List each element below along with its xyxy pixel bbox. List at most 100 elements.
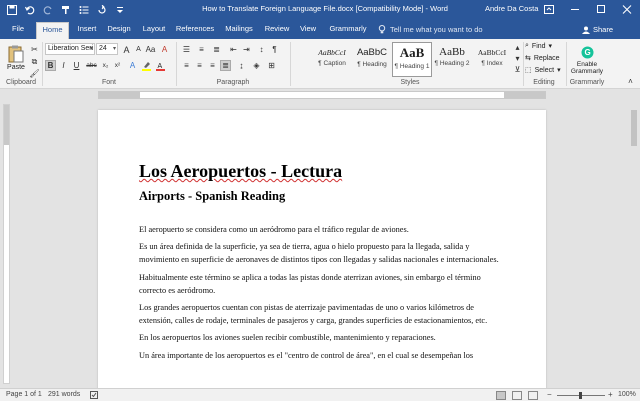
document-title[interactable]: Los Aeropuertos - Lectura [139, 161, 342, 182]
ribbon-tabs: File Home Insert Design Layout Reference… [0, 19, 640, 39]
grow-font-icon[interactable]: A [121, 44, 132, 55]
clear-formatting-icon[interactable]: A [159, 44, 170, 55]
zoom-level[interactable]: 100% [618, 391, 636, 398]
select-icon: ⬚ [525, 67, 532, 74]
strikethrough-icon[interactable]: abc [86, 60, 97, 71]
style-name: ¶ Caption [318, 60, 346, 67]
subscript-icon[interactable]: x₂ [100, 60, 111, 71]
zoom-in-icon[interactable]: + [608, 390, 613, 399]
more-styles-icon[interactable]: ⊻ [512, 64, 523, 74]
select-button[interactable]: ⬚ Select ▾ [525, 66, 561, 75]
search-icon: ⌕ [525, 42, 529, 49]
enable-grammarly-button[interactable]: G Enable Grammarly [568, 41, 606, 79]
tab-insert[interactable]: Insert [72, 22, 102, 39]
repeat-icon[interactable] [94, 2, 110, 17]
tab-layout[interactable]: Layout [139, 22, 169, 39]
line-spacing-icon[interactable]: ↨ [236, 60, 247, 71]
tab-grammarly[interactable]: Grammarly [328, 22, 368, 39]
zoom-slider-thumb[interactable] [579, 392, 582, 399]
document-subtitle[interactable]: Airports - Spanish Reading [139, 189, 285, 204]
pilcrow-icon[interactable]: ¶ [269, 44, 280, 55]
zoom-out-icon[interactable]: − [547, 390, 552, 399]
minimize-icon[interactable] [562, 0, 588, 19]
bullets-icon[interactable] [76, 2, 92, 17]
format-painter-icon[interactable]: 🖌 [29, 68, 40, 79]
customize-qat-icon[interactable] [112, 2, 128, 17]
paste-button[interactable]: Paste [5, 43, 27, 73]
bold-button[interactable]: B [45, 60, 56, 71]
style-heading[interactable]: AaBbC ¶ Heading [352, 42, 392, 77]
find-button[interactable]: ⌕ Find ▾ [525, 42, 552, 50]
collapse-ribbon-icon[interactable]: ˄ [625, 76, 636, 87]
tab-review[interactable]: Review [262, 22, 292, 39]
font-size-box[interactable]: 24 ▾ [96, 43, 118, 55]
scroll-styles-down-icon[interactable]: ▾ [512, 53, 523, 63]
style-heading-1[interactable]: AaB ¶ Heading 1 [392, 42, 432, 77]
redo-icon[interactable] [40, 2, 56, 17]
numbering-icon[interactable]: ≡ [196, 44, 207, 55]
italic-button[interactable]: I [58, 60, 69, 71]
align-left-icon[interactable]: ≡ [181, 60, 192, 71]
tab-home[interactable]: Home [36, 22, 69, 39]
sort-icon[interactable]: ↕ [256, 44, 267, 55]
window-title: How to Translate Foreign Language File.d… [202, 4, 448, 13]
borders-icon[interactable]: ⊞ [266, 60, 277, 71]
text-effects-icon[interactable]: A [127, 60, 138, 71]
highlight-icon[interactable] [141, 60, 152, 71]
style-heading-2[interactable]: AaBb ¶ Heading 2 [432, 42, 472, 77]
document-body[interactable]: El aeropuerto se considera como un aeród… [139, 223, 505, 366]
font-color-icon[interactable]: A [155, 60, 166, 71]
user-name[interactable]: Andre Da Costa [485, 4, 538, 13]
replace-button[interactable]: ⇆ Replace [525, 54, 560, 63]
tab-view[interactable]: View [296, 22, 320, 39]
paragraph: Los grandes aeropuertos cuentan con pist… [139, 303, 488, 326]
tab-mailings[interactable]: Mailings [222, 22, 256, 39]
web-layout-icon[interactable] [528, 391, 538, 400]
increase-indent-icon[interactable]: ⇥ [241, 44, 252, 55]
align-center-icon[interactable]: ≡ [194, 60, 205, 71]
scroll-styles-up-icon[interactable]: ▴ [512, 42, 523, 52]
copy-icon[interactable]: ⧉ [29, 56, 40, 67]
horizontal-ruler[interactable] [98, 91, 546, 99]
decrease-indent-icon[interactable]: ⇤ [228, 44, 239, 55]
svg-text:A: A [158, 63, 163, 70]
proofing-icon[interactable] [90, 391, 99, 401]
right-margin-indicator [504, 92, 545, 98]
left-margin-indicator [99, 92, 140, 98]
align-right-icon[interactable]: ≡ [207, 60, 218, 71]
save-icon[interactable] [4, 2, 20, 17]
tell-me-text: Tell me what you want to do [390, 25, 483, 34]
justify-icon[interactable]: ≣ [220, 60, 231, 71]
ribbon-display-options-icon[interactable] [536, 0, 562, 19]
share-button[interactable]: Share [582, 25, 613, 34]
print-layout-icon[interactable] [512, 391, 522, 400]
scrollbar-thumb[interactable] [631, 110, 637, 146]
read-mode-icon[interactable] [496, 391, 506, 400]
underline-button[interactable]: U [71, 60, 82, 71]
shading-icon[interactable]: ◈ [251, 60, 262, 71]
bullets-icon[interactable]: ☰ [181, 44, 192, 55]
tab-file[interactable]: File [6, 22, 30, 39]
shrink-font-icon[interactable]: A [133, 44, 144, 55]
style-caption[interactable]: AaBbCcI ¶ Caption [312, 42, 352, 77]
superscript-icon[interactable]: x² [112, 60, 123, 71]
close-icon[interactable] [614, 0, 640, 19]
lightbulb-icon [378, 25, 386, 34]
maximize-icon[interactable] [588, 0, 614, 19]
vertical-scrollbar[interactable] [628, 100, 640, 388]
multilevel-list-icon[interactable]: ≣ [211, 44, 222, 55]
vertical-ruler[interactable] [3, 104, 10, 384]
style-index[interactable]: AaBbCcI ¶ Index [472, 42, 512, 77]
tab-references[interactable]: References [174, 22, 216, 39]
page-count[interactable]: Page 1 of 1 [6, 391, 42, 398]
tell-me-box[interactable]: Tell me what you want to do [378, 25, 483, 34]
change-case-icon[interactable]: Aa [145, 44, 156, 55]
font-name-box[interactable]: Liberation Seri ▾ [45, 43, 95, 55]
document-page[interactable]: Los Aeropuertos - Lectura Airports - Spa… [98, 110, 546, 388]
word-count[interactable]: 291 words [48, 391, 80, 398]
undo-icon[interactable] [22, 2, 38, 17]
cut-icon[interactable]: ✂ [29, 44, 40, 55]
tab-design[interactable]: Design [104, 22, 134, 39]
style-name: ¶ Heading 2 [434, 60, 470, 67]
format-painter-icon[interactable] [58, 2, 74, 17]
